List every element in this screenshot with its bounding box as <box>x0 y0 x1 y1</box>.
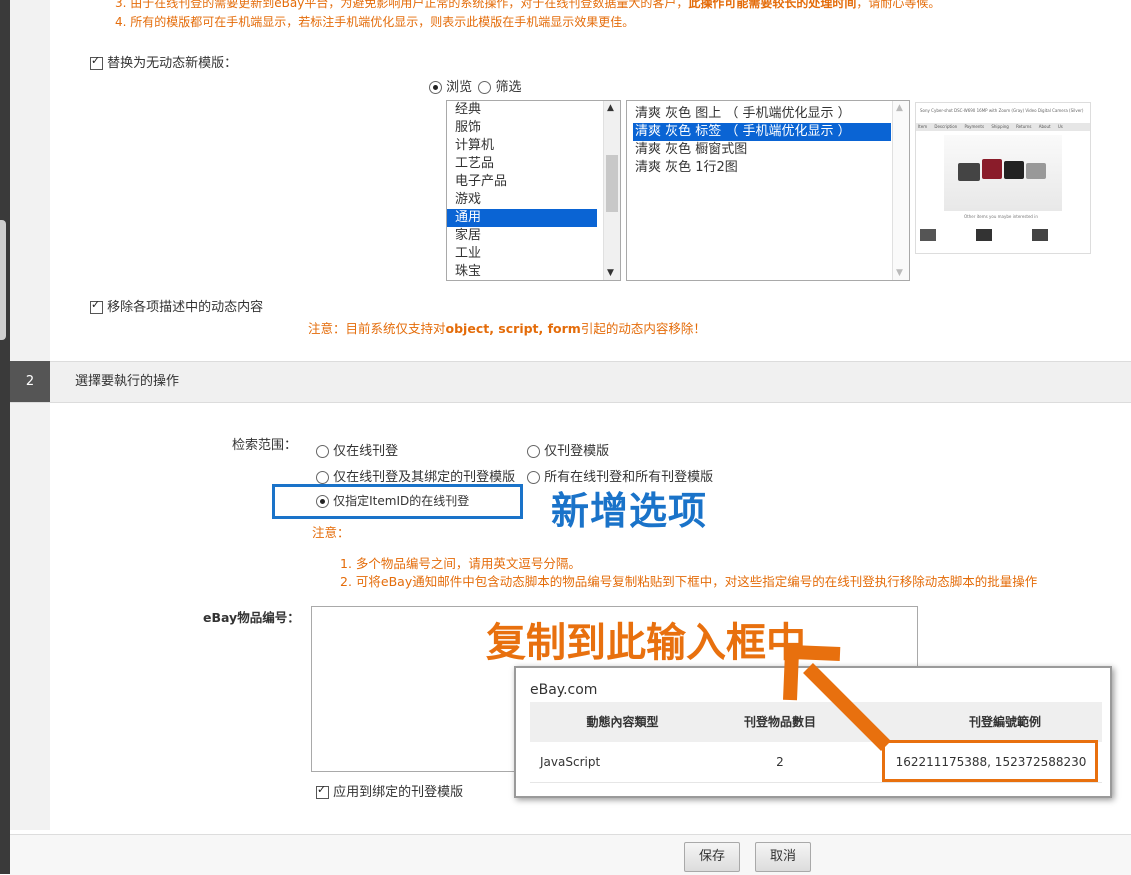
note-4: 4. 所有的模版都可在手机端显示，若标注手机端优化显示，则表示此模版在手机端显示… <box>115 15 635 29</box>
scope-radio[interactable] <box>527 445 540 458</box>
scroll-down-icon[interactable]: ▼ <box>896 268 903 278</box>
category-item[interactable]: 服饰 <box>447 119 603 137</box>
apply-binding-label: 应用到绑定的刊登模版 <box>333 785 464 800</box>
annotation-copy-here: 复制到此输入框中 <box>486 620 806 666</box>
category-item[interactable]: 珠宝 <box>447 263 603 280</box>
left-edge-bar <box>0 0 10 874</box>
popup-site: eBay.com <box>530 682 598 698</box>
category-listbox[interactable]: 经典 服饰 计算机 工艺品 电子产品 游戏 通用 家居 工业 珠宝 ▲ ▼ <box>446 100 621 281</box>
footer-bar <box>10 834 1131 875</box>
preview-title: Sony Cyber-shot DSC-W690 16MP with Zoom … <box>920 108 1084 113</box>
browse-radio[interactable] <box>429 81 442 94</box>
replace-template-label: 替换为无动态新模版： <box>107 56 238 71</box>
remove-dynamic-checkbox[interactable] <box>90 298 103 314</box>
replace-template-checkbox[interactable] <box>90 54 103 70</box>
scope-option-label: 仅刊登模版 <box>544 444 610 459</box>
scope-radio[interactable] <box>527 471 540 484</box>
category-item[interactable]: 经典 <box>447 101 603 119</box>
scope-option-template[interactable]: 仅刊登模版 <box>527 440 609 459</box>
replace-template-row[interactable]: 替换为无动态新模版： <box>90 52 237 71</box>
left-gutter <box>10 0 50 830</box>
cancel-button[interactable]: 取消 <box>755 842 811 872</box>
template-item[interactable]: 清爽 灰色 图上 （ 手机端优化显示 ） <box>627 105 891 123</box>
template-item-selected[interactable]: 清爽 灰色 标签 （ 手机端优化显示 ） <box>633 123 891 141</box>
category-item[interactable]: 计算机 <box>447 137 603 155</box>
category-item[interactable]: 工艺品 <box>447 155 603 173</box>
scroll-down-icon[interactable]: ▼ <box>607 268 614 278</box>
view-mode-group: 浏览 筛选 <box>429 76 521 95</box>
category-scrollbar[interactable]: ▲ ▼ <box>603 101 620 280</box>
side-tab-handle[interactable] <box>0 220 6 340</box>
scope-option-itemid[interactable]: 仅指定ItemID的在线刊登 <box>316 492 469 509</box>
scope-radio-selected[interactable] <box>316 495 329 508</box>
scroll-up-icon[interactable]: ▲ <box>607 103 614 113</box>
apply-binding-row[interactable]: 应用到绑定的刊登模版 <box>316 781 463 800</box>
arrow-icon <box>783 644 891 751</box>
filter-label: 筛选 <box>495 80 522 95</box>
scope-label: 检索范围： <box>232 438 298 453</box>
category-item[interactable]: 工业 <box>447 245 603 263</box>
attention-item-1: 1. 多个物品编号之间，请用英文逗号分隔。 <box>340 556 581 571</box>
preview-tabs: Item Description Payments Shipping Retur… <box>918 124 1063 129</box>
scope-option-label: 仅在线刊登 <box>333 444 399 459</box>
category-item[interactable]: 游戏 <box>447 191 603 209</box>
remove-dynamic-row[interactable]: 移除各项描述中的动态内容 <box>90 296 263 315</box>
section-title: 選擇要執行的操作 <box>75 374 180 389</box>
template-item[interactable]: 清爽 灰色 1行2图 <box>627 159 891 177</box>
category-item-selected[interactable]: 通用 <box>447 209 597 227</box>
template-preview: Sony Cyber-shot DSC-W690 16MP with Zoom … <box>915 102 1091 254</box>
category-scroll-thumb[interactable] <box>606 155 618 212</box>
save-button[interactable]: 保存 <box>684 842 740 872</box>
scope-option-online-bound[interactable]: 仅在线刊登及其绑定的刊登模版 <box>316 466 515 485</box>
scope-option-label: 仅在线刊登及其绑定的刊登模版 <box>333 470 516 485</box>
category-item[interactable]: 家居 <box>447 227 603 245</box>
template-item[interactable]: 清爽 灰色 橱窗式图 <box>627 141 891 159</box>
preview-product-image <box>944 135 1062 211</box>
popup-header-example: 刊登編號範例 <box>968 715 1041 729</box>
attention-item-2: 2. 可将eBay通知邮件中包含动态脚本的物品编号复制粘贴到下框中，对这些指定编… <box>340 574 1038 589</box>
browse-label: 浏览 <box>446 80 473 95</box>
category-item[interactable]: 电子产品 <box>447 173 603 191</box>
template-scrollbar[interactable]: ▲ ▼ <box>892 101 909 280</box>
note-3: 3. 由于在线刊登的需要更新到eBay平台，为避免影响用户正常的系统操作，对于在… <box>115 0 941 10</box>
apply-binding-checkbox[interactable] <box>316 783 329 799</box>
popup-header-type: 動態內容類型 <box>586 715 659 729</box>
item-id-label: eBay物品编号： <box>203 610 300 625</box>
scope-radio[interactable] <box>316 445 329 458</box>
preview-related: Other items you maybe interested in <box>964 214 1038 219</box>
annotation-new-option: 新增选项 <box>551 489 708 533</box>
filter-radio[interactable] <box>478 81 492 94</box>
scope-option-online[interactable]: 仅在线刊登 <box>316 440 398 459</box>
highlight-box-item-ids <box>882 740 1098 782</box>
popup-cell-type: JavaScript <box>540 755 601 769</box>
scope-radio[interactable] <box>316 471 329 484</box>
scope-option-label: 仅指定ItemID的在线刊登 <box>333 494 470 508</box>
section-number: 2 <box>10 361 50 402</box>
scroll-up-icon[interactable]: ▲ <box>896 103 903 113</box>
remove-dynamic-label: 移除各项描述中的动态内容 <box>107 300 264 315</box>
template-listbox[interactable]: 清爽 灰色 图上 （ 手机端优化显示 ） 清爽 灰色 标签 （ 手机端优化显示 … <box>626 100 910 281</box>
remove-dynamic-note: 注意：目前系统仅支持对object, script, form引起的动态内容移除… <box>308 321 706 336</box>
attention-label: 注意： <box>312 525 350 540</box>
